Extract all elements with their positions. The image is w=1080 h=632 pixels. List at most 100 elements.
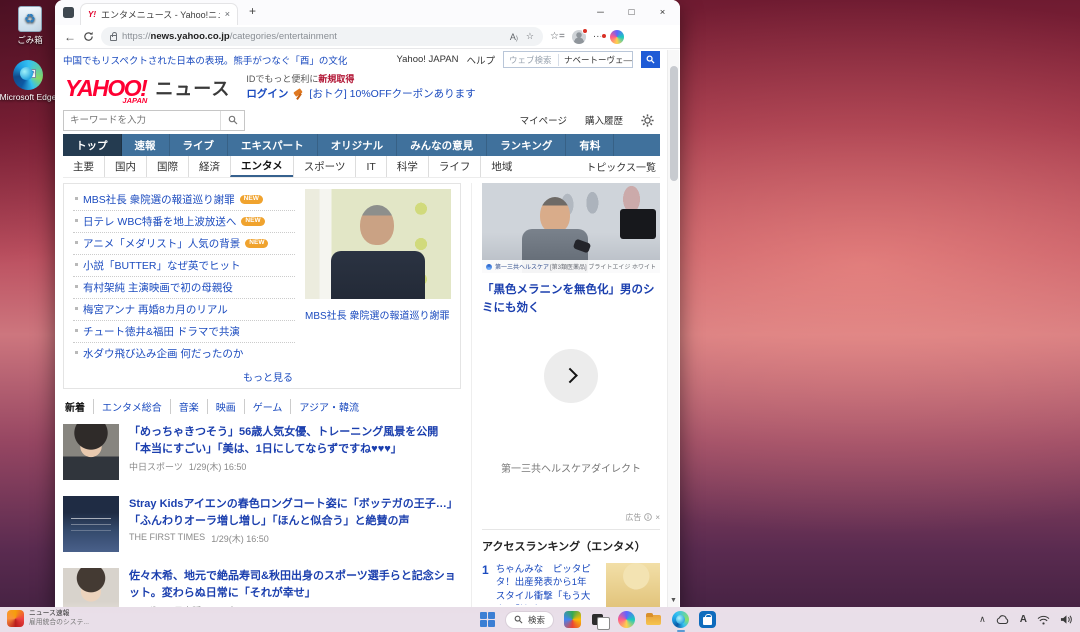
edge-desktop-shortcut[interactable]: ↗ Microsoft Edge xyxy=(0,60,60,102)
signup-link[interactable]: 新規取得 xyxy=(318,74,354,84)
copilot-app-icon[interactable] xyxy=(618,611,635,628)
nav-opinions[interactable]: みんなの意見 xyxy=(397,134,487,156)
favorites-bar-icon[interactable]: ☆= xyxy=(550,32,565,42)
purchase-history-link[interactable]: 購入履歴 xyxy=(585,113,623,127)
onedrive-cloud-icon[interactable] xyxy=(996,615,1010,625)
yahoo-news-logo[interactable]: YAHOO!JAPAN ニュース xyxy=(65,75,230,102)
page-scrollbar[interactable]: ▼ xyxy=(667,50,679,607)
coupon-link[interactable]: [おトク] 10%OFFクーポンあります xyxy=(309,87,475,103)
nav-ranking[interactable]: ランキング xyxy=(487,134,566,156)
web-search-box[interactable]: ウェブ検索 ナベートーヴェ― xyxy=(503,51,633,68)
read-aloud-icon[interactable]: A) xyxy=(510,32,518,42)
topic-link[interactable]: アニメ「メダリスト」人気の背景NEW xyxy=(73,233,295,255)
nav-expert[interactable]: エキスパート xyxy=(228,134,318,156)
tab-close-icon[interactable]: × xyxy=(225,10,230,19)
tab-it[interactable]: IT xyxy=(355,156,385,177)
filter-game[interactable]: ゲーム xyxy=(244,399,291,414)
topic-link[interactable]: チュート徳井&福田 ドラマで共演 xyxy=(73,321,295,343)
settings-more-icon[interactable]: ··· xyxy=(593,31,603,42)
maximize-button[interactable]: □ xyxy=(616,0,647,24)
back-button[interactable]: ← xyxy=(64,31,76,43)
tab-world[interactable]: 国際 xyxy=(146,156,188,177)
tab-title: エンタメニュース - Yahoo!ニュース xyxy=(101,8,220,21)
tray-expand-icon[interactable]: ∧ xyxy=(979,614,986,625)
topic-link[interactable]: MBS社長 衆院選の報道巡り謝罪NEW xyxy=(73,189,295,211)
nav-paid[interactable]: 有料 xyxy=(566,134,614,156)
topic-link[interactable]: 水ダウ飛び込み企画 何だったのか xyxy=(73,343,295,364)
filter-new[interactable]: 新着 xyxy=(63,399,93,414)
ad-controls: 広告 × xyxy=(482,512,660,523)
favorite-star-icon[interactable]: ☆ xyxy=(526,31,534,42)
tab-actions-icon[interactable] xyxy=(63,7,74,18)
recycle-bin-shortcut[interactable]: ♻ ごみ箱 xyxy=(0,6,62,46)
featured-caption[interactable]: MBS社長 衆院選の報道巡り謝罪 xyxy=(305,307,451,322)
browser-tab[interactable]: Y! エンタメニュース - Yahoo!ニュース × xyxy=(80,3,238,25)
topic-link[interactable]: 日テレ WBC特番を地上波放送へNEW xyxy=(73,211,295,233)
login-link[interactable]: ログイン xyxy=(246,87,288,103)
ad-headline-link[interactable]: 「黒色メラニンを無色化」男のシミにも効く xyxy=(482,282,660,318)
scrollbar-thumb[interactable] xyxy=(670,66,678,181)
tab-life[interactable]: ライフ xyxy=(428,156,481,177)
topic-link[interactable]: 小説「BUTTER」なぜ英でヒット xyxy=(73,255,295,277)
taskbar-search[interactable]: 検索 xyxy=(505,611,554,629)
ad-photo[interactable]: 第一三共ヘルスケア [第3類医薬品] ブライトエイジ ホワイト xyxy=(482,183,660,273)
more-link[interactable]: もっと見る xyxy=(73,364,295,385)
nav-flash[interactable]: 速報 xyxy=(122,134,170,156)
ranking-link[interactable]: ちゃんみな ピッタピタ！出産発表から1年 スタイル衝撃「もう大変」「拍手しかない… xyxy=(496,563,599,605)
new-tab-button[interactable]: + xyxy=(249,5,256,17)
ranking-item[interactable]: 1 ちゃんみな ピッタピタ！出産発表から1年 スタイル衝撃「もう大変」「拍手しか… xyxy=(482,563,660,607)
task-view-icon[interactable] xyxy=(591,611,608,628)
yahoo-japan-link[interactable]: Yahoo! JAPAN xyxy=(397,54,459,65)
help-link[interactable]: ヘルプ xyxy=(466,53,495,67)
carousel-next-button[interactable] xyxy=(544,349,598,403)
nav-live[interactable]: ライブ xyxy=(170,134,229,156)
filter-entertainment-all[interactable]: エンタメ総合 xyxy=(93,399,170,414)
topic-link[interactable]: 梅宮アンナ 再婚8カ月のリアル xyxy=(73,299,295,321)
photos-app-icon[interactable] xyxy=(564,611,581,628)
article-item[interactable]: Stray Kidsアイエンの春色ロングコート姿に「ボッテガの王子…」「ふんわり… xyxy=(63,486,461,558)
article-item[interactable]: 「めっちゃきつそう」56歳人気女優、トレーニング風景を公開 「本当にすごい」「美… xyxy=(63,414,461,486)
minimize-button[interactable]: ─ xyxy=(585,0,616,24)
ad-close-icon[interactable]: × xyxy=(655,513,660,522)
address-bar[interactable]: https://news.yahoo.co.jp/categories/ente… xyxy=(101,27,543,46)
filter-asia[interactable]: アジア・韓流 xyxy=(290,399,367,414)
profile-avatar[interactable] xyxy=(572,30,586,44)
tab-domestic[interactable]: 国内 xyxy=(104,156,146,177)
tab-science[interactable]: 科学 xyxy=(386,156,428,177)
article-title[interactable]: Stray Kidsアイエンの春色ロングコート姿に「ボッテガの王子…」「ふんわり… xyxy=(129,496,461,529)
tab-major[interactable]: 主要 xyxy=(63,156,104,177)
keyword-search-button[interactable] xyxy=(220,111,244,130)
tab-region[interactable]: 地域 xyxy=(480,156,522,177)
refresh-icon[interactable] xyxy=(83,31,94,42)
topic-link[interactable]: 有村架純 主演映画で初の母親役 xyxy=(73,277,295,299)
edge-taskbar-icon[interactable] xyxy=(672,611,689,628)
promo-headline-link[interactable]: 中国でもリスペクトされた日本の表現。熊手がつなぐ「酉」の文化 xyxy=(63,53,389,67)
article-item[interactable]: 佐々木希、地元で絶品寿司&秋田出身のスポーツ選手らと記念ショット。変わらぬ日常に… xyxy=(63,558,461,607)
keyword-search-input[interactable] xyxy=(64,115,220,126)
tab-sports[interactable]: スポーツ xyxy=(293,156,356,177)
featured-story[interactable]: MBS社長 衆院選の報道巡り謝罪 xyxy=(305,189,451,385)
close-button[interactable]: × xyxy=(647,0,678,24)
gear-icon[interactable] xyxy=(641,114,654,127)
article-title[interactable]: 佐々木希、地元で絶品寿司&秋田出身のスポーツ選手らと記念ショット。変わらぬ日常に… xyxy=(129,568,461,601)
tab-economy[interactable]: 経済 xyxy=(188,156,230,177)
tab-entertainment[interactable]: エンタメ xyxy=(230,156,293,177)
copilot-icon[interactable] xyxy=(610,30,624,44)
wifi-icon[interactable] xyxy=(1037,615,1050,625)
filter-movie[interactable]: 映画 xyxy=(207,399,244,414)
widgets-button[interactable]: ニュース速報 雇用統合のシステ... xyxy=(7,610,89,628)
ad-info-icon[interactable] xyxy=(644,513,652,521)
scroll-down-arrow-icon[interactable]: ▼ xyxy=(668,597,679,604)
web-search-button[interactable] xyxy=(641,51,660,68)
nav-top[interactable]: トップ xyxy=(63,134,122,156)
start-button[interactable] xyxy=(480,612,495,627)
filter-music[interactable]: 音楽 xyxy=(170,399,207,414)
file-explorer-icon[interactable] xyxy=(645,611,662,628)
speaker-icon[interactable] xyxy=(1060,614,1072,625)
nav-original[interactable]: オリジナル xyxy=(318,134,398,156)
ime-indicator[interactable]: A xyxy=(1020,614,1027,625)
mypage-link[interactable]: マイページ xyxy=(520,113,567,127)
topics-index-link[interactable]: トピックス一覧 xyxy=(586,156,660,177)
microsoft-store-icon[interactable] xyxy=(699,611,716,628)
article-title[interactable]: 「めっちゃきつそう」56歳人気女優、トレーニング風景を公開 「本当にすごい」「美… xyxy=(129,424,461,457)
